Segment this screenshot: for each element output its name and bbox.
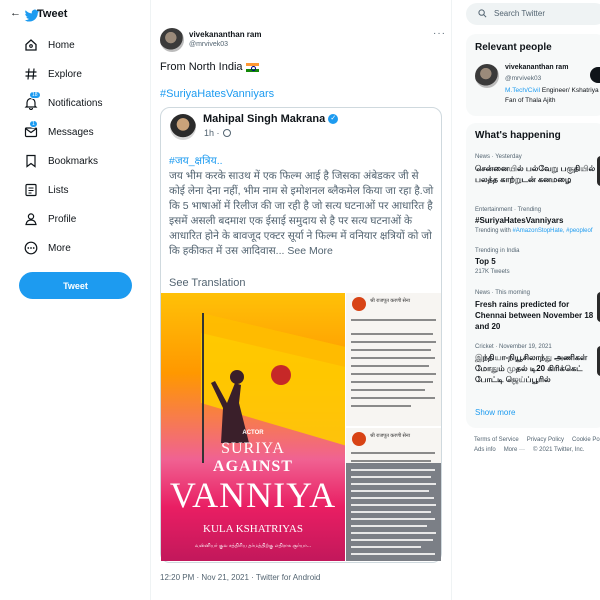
bell-icon: 18 xyxy=(24,91,41,110)
poster-title-line1: SURIYA xyxy=(221,440,285,457)
trend-context: Cricket · November 19, 2021 xyxy=(475,344,552,350)
tweet-text: From North India xyxy=(160,61,259,73)
messages-badge: 1 xyxy=(29,120,38,128)
footer-links-row2: Ads info More ··· © 2021 Twitter, Inc. xyxy=(474,447,592,453)
trend-context: News · Yesterday xyxy=(475,154,522,160)
quoted-hashtag[interactable]: #जय_क्षत्रिय.. xyxy=(169,155,223,167)
nav-more[interactable]: More xyxy=(24,237,71,259)
bookmark-icon xyxy=(24,154,38,168)
seal-icon xyxy=(352,297,366,311)
quoted-body-text: जय भीम करके साउथ में एक फिल्म आई है जिसक… xyxy=(169,170,434,257)
footer-ads-link[interactable]: Ads info xyxy=(474,447,496,453)
quoted-author-avatar[interactable] xyxy=(170,114,196,140)
person-icon xyxy=(24,212,38,226)
nav-explore-label: Explore xyxy=(48,68,82,80)
trend-title: இந்தியா-நியூசிலாந்து அணிகள் மோதும் முதல்… xyxy=(475,353,588,384)
trend-context: Trending in India xyxy=(475,248,520,254)
relevant-person-name[interactable]: vivekananthan ram xyxy=(505,64,568,71)
seal-icon xyxy=(352,432,366,446)
quoted-author-name: Mahipal Singh Makrana xyxy=(203,113,326,125)
globe-icon xyxy=(222,129,231,137)
list-icon xyxy=(24,183,38,197)
poster-footer-tamil: வன்னியர் குல சத்திரிய தர்மத்திற்கு எதிரா… xyxy=(195,543,311,549)
quoted-time-text: 1h · xyxy=(204,128,220,138)
follow-button[interactable] xyxy=(590,67,600,83)
poster-title-line3: VANNIYA xyxy=(169,475,337,515)
search-icon xyxy=(478,9,487,18)
nav-messages[interactable]: 1 Messages xyxy=(24,120,94,143)
tweet-button[interactable]: Tweet xyxy=(19,272,132,299)
nav-home[interactable]: Home xyxy=(24,34,75,56)
author-name[interactable]: vivekananthan ram xyxy=(189,30,261,39)
trend-title: Top 5 xyxy=(475,257,496,266)
footer-privacy-link[interactable]: Privacy Policy xyxy=(527,437,564,443)
quoted-timestamp: 1h · xyxy=(204,128,231,138)
trend-context: News · This morning xyxy=(475,290,530,296)
poster-image[interactable]: ACTOR SURIYA AGAINST VANNIYA KULA KSHATR… xyxy=(161,293,345,561)
see-translation-link[interactable]: See Translation xyxy=(169,277,245,289)
nav-home-label: Home xyxy=(48,39,75,51)
more-options-icon[interactable]: ··· xyxy=(433,28,446,39)
page-title: Tweet xyxy=(37,8,68,20)
nav-profile[interactable]: Profile xyxy=(24,208,76,230)
relevant-people-title: Relevant people xyxy=(475,42,552,53)
hashtag-icon xyxy=(24,67,38,81)
footer-more-link[interactable]: More ··· xyxy=(504,447,525,453)
home-icon xyxy=(24,38,38,52)
nav-lists-label: Lists xyxy=(48,184,69,196)
poster-title-line4: KULA KSHATRIYAS xyxy=(203,523,303,535)
tweet-text-content: From North India xyxy=(160,61,243,73)
tweet-metadata: 12:20 PM · Nov 21, 2021 · Twitter for An… xyxy=(160,573,321,582)
tweet-hashtag-link[interactable]: #SuriyaHatesVanniyars xyxy=(160,88,274,100)
relevant-person-avatar[interactable] xyxy=(475,64,499,88)
nav-notifications-label: Notifications xyxy=(48,97,103,109)
notifications-badge: 18 xyxy=(29,91,41,99)
trend-subtitle: 217K Tweets xyxy=(475,269,510,275)
left-nav: Home Explore 18 Notifications 1 Messages… xyxy=(0,0,150,600)
trend-title: Fresh rains predicted for Chennai betwee… xyxy=(475,300,594,331)
quoted-author[interactable]: Mahipal Singh Makrana ✓ xyxy=(203,113,339,125)
trend-context: Entertainment · Trending xyxy=(475,207,542,213)
poster-actor-label: ACTOR xyxy=(242,430,264,436)
letter-image-3[interactable] xyxy=(346,463,441,561)
trend-subtitle: Trending with #AmazonStopHate, #peopleof xyxy=(475,228,593,234)
whats-happening-title: What's happening xyxy=(475,130,561,141)
letter-image-1[interactable]: श्री राजपूत करणी सेना xyxy=(346,293,441,426)
search-placeholder: Search Twitter xyxy=(494,9,545,18)
quoted-body: #जय_क्षत्रिय.. जय भीम करके साउथ में एक फ… xyxy=(169,154,437,259)
footer-terms-link[interactable]: Terms of Service xyxy=(474,437,519,443)
bio-link[interactable]: M.Tech/Civil xyxy=(505,87,540,94)
india-flag-icon xyxy=(245,62,259,72)
nav-notifications[interactable]: 18 Notifications xyxy=(24,91,103,114)
relevant-person-bio: M.Tech/Civil Engineer/ Kshatriya Fan of … xyxy=(505,86,600,106)
search-input[interactable]: Search Twitter xyxy=(466,3,600,25)
mail-icon: 1 xyxy=(24,120,38,139)
nav-lists[interactable]: Lists xyxy=(24,179,69,201)
see-more-link[interactable]: See More xyxy=(287,245,333,257)
back-arrow-icon[interactable]: ← xyxy=(10,7,21,19)
relevant-person-handle[interactable]: @mrvivek03 xyxy=(505,75,541,82)
nav-more-label: More xyxy=(48,242,71,254)
nav-bookmarks[interactable]: Bookmarks xyxy=(24,150,98,172)
footer-copyright: © 2021 Twitter, Inc. xyxy=(533,447,585,453)
show-more-link[interactable]: Show more xyxy=(475,408,515,417)
nav-explore[interactable]: Explore xyxy=(24,63,82,85)
author-avatar[interactable] xyxy=(160,28,184,52)
nav-profile-label: Profile xyxy=(48,213,77,225)
letter-header-2: श्री राजपूत करणी सेना xyxy=(370,433,410,439)
footer-links-row1: Terms of Service Privacy Policy Cookie Po xyxy=(474,437,600,443)
verified-badge-icon: ✓ xyxy=(328,114,339,124)
nav-bookmarks-label: Bookmarks xyxy=(48,155,99,167)
letter-header-1: श्री राजपूत करणी सेना xyxy=(370,298,410,304)
trend-title: #SuriyaHatesVanniyars xyxy=(475,216,564,225)
author-handle[interactable]: @mrvivek03 xyxy=(189,41,228,48)
footer-cookie-link[interactable]: Cookie Po xyxy=(572,437,600,443)
nav-messages-label: Messages xyxy=(48,126,94,138)
trend-title: சென்னையில் பல்வேறு பகுதியில் பலத்த காற்ற… xyxy=(475,164,596,184)
more-circle-icon xyxy=(24,241,38,255)
